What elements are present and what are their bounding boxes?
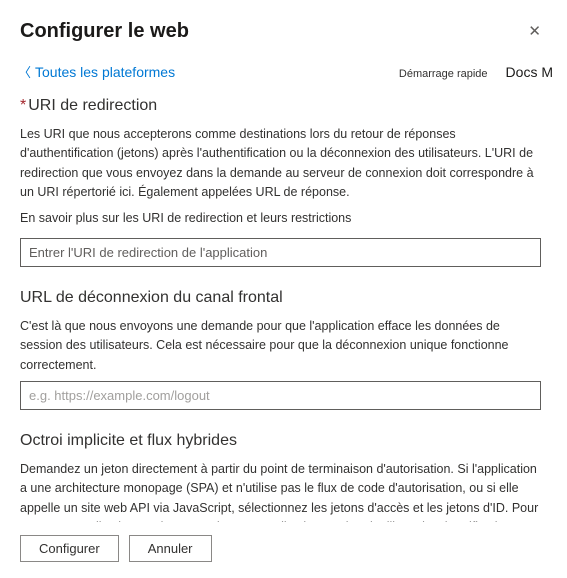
panel-header: Configurer le web ✕ xyxy=(0,0,567,54)
chevron-left-icon: 〈 xyxy=(18,66,31,79)
implicit-grant-desc: Demandez un jeton directement à partir d… xyxy=(20,460,541,522)
cancel-button[interactable]: Annuler xyxy=(129,535,212,562)
panel-subheader: 〈 Toutes les plateformes Démarrage rapid… xyxy=(0,54,567,90)
logout-url-desc: C'est là que nous envoyons une demande p… xyxy=(20,317,541,375)
redirect-uri-learn-more: En savoir plus sur les URI de redirectio… xyxy=(20,209,541,228)
implicit-grant-section: Octroi implicite et flux hybrides Demand… xyxy=(20,432,541,522)
panel-footer: Configurer Annuler xyxy=(0,522,567,578)
logout-url-title: URL de déconnexion du canal frontal xyxy=(20,289,541,307)
redirect-uri-title-text: URI de redirection xyxy=(28,97,157,114)
close-icon: ✕ xyxy=(528,23,541,40)
implicit-grant-desc-text: Demandez un jeton directement à partir d… xyxy=(20,462,538,522)
configure-web-panel: Configurer le web ✕ 〈 Toutes les platefo… xyxy=(0,0,567,578)
redirect-uri-section: *URI de redirection Les URI que nous acc… xyxy=(20,97,541,267)
back-all-platforms-link[interactable]: 〈 Toutes les plateformes xyxy=(18,64,175,80)
docs-link[interactable]: Docs M xyxy=(506,64,553,80)
redirect-uri-title: *URI de redirection xyxy=(20,97,541,115)
panel-scroll-area[interactable]: *URI de redirection Les URI que nous acc… xyxy=(0,90,559,522)
redirect-uri-input[interactable] xyxy=(20,238,541,267)
close-button[interactable]: ✕ xyxy=(522,18,547,44)
required-mark: * xyxy=(20,97,26,114)
redirect-uri-desc: Les URI que nous accepterons comme desti… xyxy=(20,125,541,203)
logout-url-input[interactable] xyxy=(20,381,541,410)
header-right-links: Démarrage rapide Docs M xyxy=(399,64,553,80)
implicit-grant-title: Octroi implicite et flux hybrides xyxy=(20,432,541,450)
quickstart-link[interactable]: Démarrage rapide xyxy=(399,68,488,80)
configure-button[interactable]: Configurer xyxy=(20,535,119,562)
logout-url-section: URL de déconnexion du canal frontal C'es… xyxy=(20,289,541,410)
back-label: Toutes les plateformes xyxy=(35,64,175,80)
panel-title: Configurer le web xyxy=(20,20,189,43)
